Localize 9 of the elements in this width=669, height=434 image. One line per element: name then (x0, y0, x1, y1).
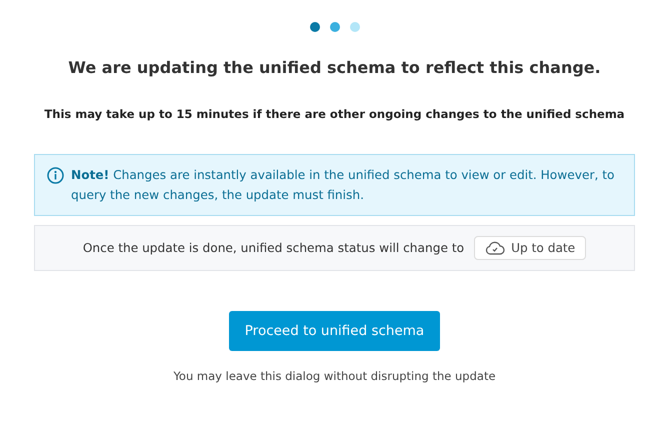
proceed-button[interactable]: Proceed to unified schema (228, 311, 440, 351)
note-text: Note! Changes are instantly available in the unified schema to view or edit. However, to query the new changes, the update must finish. (71, 167, 616, 204)
dialog-title: We are updating the unified schema to reflect this change. (68, 58, 601, 77)
footnote: You may leave this dialog without disrupting the update (173, 369, 496, 383)
badge-label: Up to date (511, 241, 576, 255)
subtitle: This may take up to 15 minutes if there are other ongoing changes to the unified schema (44, 107, 625, 121)
status-text: Once the update is done, unified schema status will change to (82, 241, 464, 255)
info-icon (47, 167, 64, 184)
cloud-check-icon (485, 241, 506, 255)
